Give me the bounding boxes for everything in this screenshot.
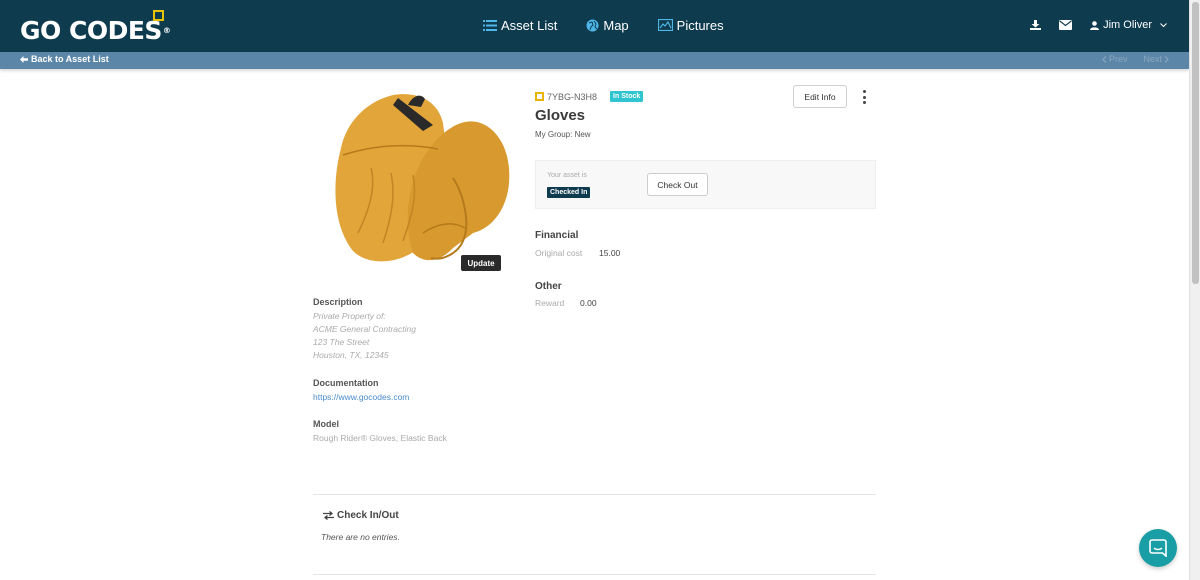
list-icon <box>483 19 497 31</box>
user-menu[interactable]: Jim Oliver <box>1090 19 1167 31</box>
asset-group: My Group: New <box>535 130 591 139</box>
user-name: Jim Oliver <box>1103 19 1152 31</box>
documentation-link[interactable]: https://www.gocodes.com <box>313 391 409 404</box>
asset-code: 7YBG-N3H8 <box>547 91 598 102</box>
status-badge: In Stock <box>610 91 644 102</box>
sub-navbar: Back to Asset List Prev Next <box>0 52 1189 69</box>
checkinout-heading: Check In/Out <box>323 510 399 521</box>
asset-photo <box>335 94 510 262</box>
description-line: 123 The Street <box>313 337 370 347</box>
back-to-asset-list-link[interactable]: Back to Asset List <box>20 54 109 64</box>
nav-pictures[interactable]: Pictures <box>657 17 724 33</box>
back-label: Back to Asset List <box>31 54 109 64</box>
checkinout-title: Check In/Out <box>337 510 399 521</box>
checkin-prompt: Your asset is <box>547 172 587 179</box>
chat-icon <box>1149 539 1167 557</box>
asset-title: Gloves <box>535 107 586 124</box>
checkin-state-badge: Checked In <box>547 187 591 198</box>
scrollbar-thumb[interactable] <box>1192 2 1199 284</box>
nav-map[interactable]: Map <box>586 17 629 33</box>
original-cost-value: 15.00 <box>599 248 621 258</box>
original-cost-label: Original cost <box>535 248 583 258</box>
description-text: Private Property of: ACME General Contra… <box>313 310 416 362</box>
nav-asset-list[interactable]: Asset List <box>483 18 557 33</box>
more-options-button[interactable] <box>859 90 869 104</box>
update-photo-button[interactable]: Update <box>461 255 501 271</box>
nav-asset-list-label: Asset List <box>501 17 558 33</box>
envelope-icon <box>1059 20 1073 30</box>
chat-launcher-button[interactable] <box>1139 529 1177 567</box>
description-label: Description <box>313 297 363 307</box>
financial-heading: Financial <box>535 230 579 241</box>
chevron-left-icon <box>1102 55 1107 63</box>
logo-text: GO CODES® <box>20 16 171 45</box>
nav-map-label: Map <box>603 17 629 33</box>
pager: Prev Next <box>1094 54 1169 64</box>
messages-button[interactable] <box>1059 20 1073 30</box>
top-navbar: GO CODES® Asset List Map Pictures Jim Ol… <box>0 0 1189 52</box>
exchange-icon <box>323 511 334 520</box>
logo-square-icon <box>153 10 164 21</box>
reward-label: Reward <box>535 298 565 308</box>
download-icon <box>1030 20 1042 30</box>
qr-square-icon <box>535 92 544 101</box>
checkin-panel: Your asset is Checked In Check Out <box>535 160 876 209</box>
main-nav: Asset List Map Pictures <box>483 15 753 35</box>
kebab-dot-icon <box>862 90 866 93</box>
nav-pictures-label: Pictures <box>676 17 724 33</box>
user-icon <box>1090 20 1100 30</box>
next-label: Next <box>1143 54 1162 64</box>
asset-id-row: 7YBG-N3H8 In Stock <box>535 91 644 102</box>
documentation-label: Documentation <box>313 378 379 388</box>
check-out-button[interactable]: Check Out <box>647 173 708 196</box>
description-line: Private Property of: <box>313 311 386 321</box>
model-label: Model <box>313 419 339 429</box>
kebab-dot-icon <box>862 101 866 104</box>
edit-info-button[interactable]: Edit Info <box>793 85 847 108</box>
model-value: Rough Rider® Gloves, Elastic Back <box>313 433 447 443</box>
no-entries-text: There are no entries. <box>321 532 400 542</box>
nav-right: Jim Oliver <box>1012 17 1167 33</box>
chevron-down-icon <box>1160 22 1167 27</box>
description-line: ACME General Contracting <box>313 324 416 334</box>
chevron-right-icon <box>1164 55 1169 63</box>
prev-button[interactable]: Prev <box>1102 54 1128 64</box>
reward-value: 0.00 <box>580 298 597 308</box>
arrow-left-icon <box>20 55 28 63</box>
kebab-dot-icon <box>862 95 866 99</box>
picture-icon <box>657 19 673 31</box>
download-button[interactable] <box>1030 20 1042 30</box>
next-button[interactable]: Next <box>1135 54 1169 64</box>
section-divider <box>313 494 876 495</box>
page-scrollbar[interactable] <box>1189 0 1200 580</box>
other-heading: Other <box>535 281 562 292</box>
prev-label: Prev <box>1108 54 1128 64</box>
section-divider <box>313 574 876 575</box>
globe-icon <box>586 19 599 31</box>
description-line: Houston, TX, 12345 <box>313 350 389 360</box>
